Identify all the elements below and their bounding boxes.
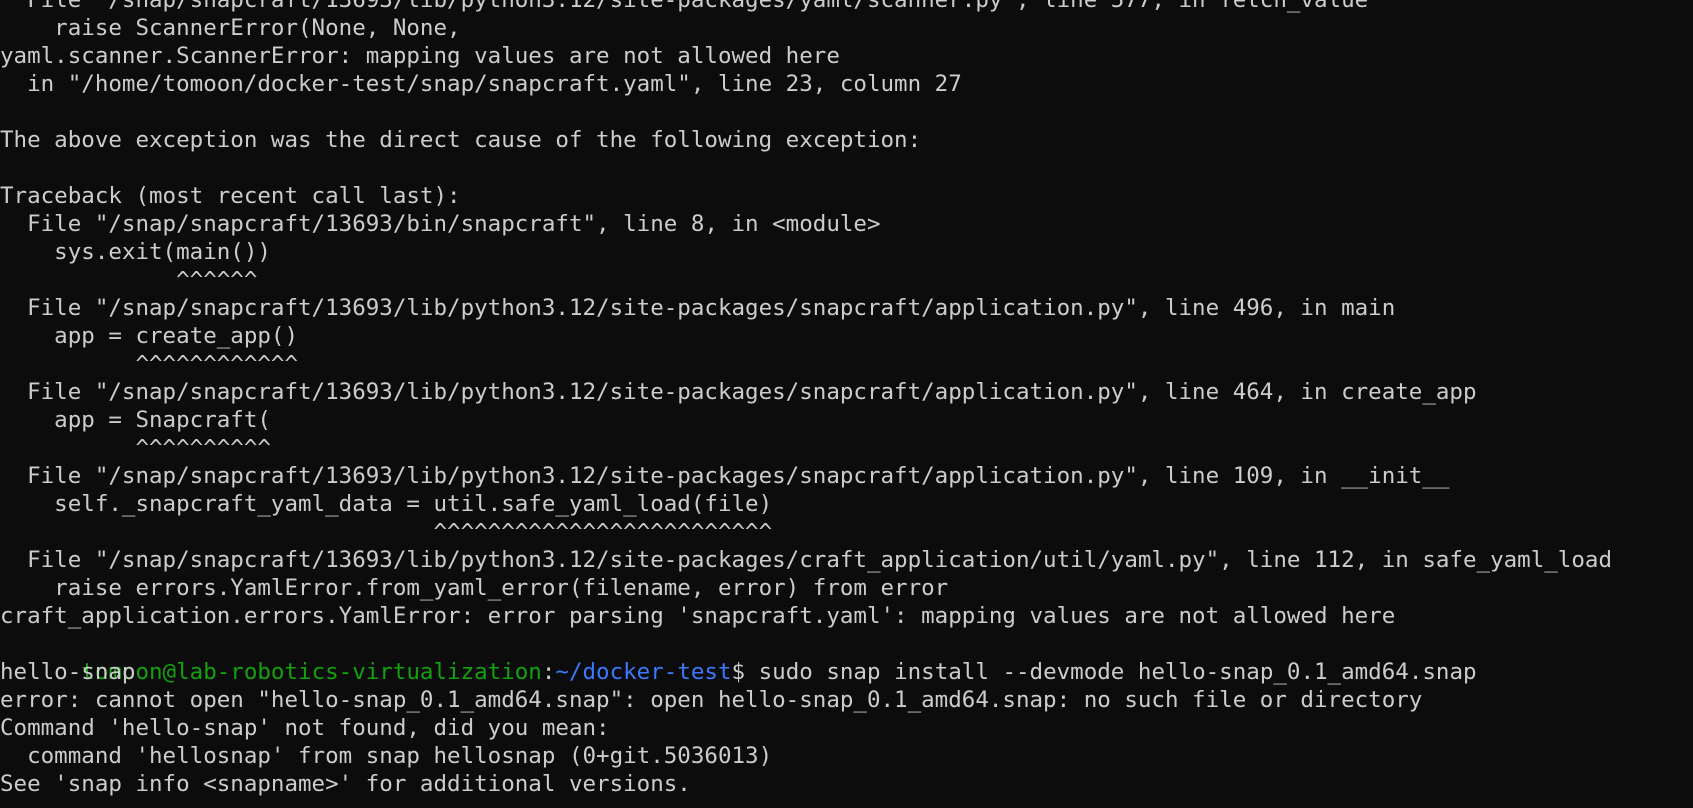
output-line: in "/home/tomoon/docker-test/snap/snapcr… — [0, 71, 962, 97]
output-line: sys.exit(main()) — [0, 239, 271, 265]
output-line: error: cannot open "hello-snap_0.1_amd64… — [0, 687, 1423, 713]
output-line: ^^^^^^^^^^ — [0, 435, 271, 461]
output-line: app = create_app() — [0, 323, 299, 349]
output-line: ^^^^^^ — [0, 267, 258, 293]
prompt-separator: : — [541, 659, 556, 685]
output-line: Traceback (most recent call last): — [0, 183, 461, 209]
output-line: File "/snap/snapcraft/13693/bin/snapcraf… — [0, 211, 881, 237]
output-line: app = Snapcraft( — [0, 407, 271, 433]
output-line: self._snapcraft_yaml_data = util.safe_ya… — [0, 491, 773, 517]
output-line: File "/snap/snapcraft/13693/lib/python3.… — [0, 0, 1369, 13]
output-line: raise ScannerError(None, None, — [0, 15, 461, 41]
output-line: raise errors.YamlError.from_yaml_error(f… — [0, 575, 949, 601]
prompt-symbol: $ — [731, 659, 746, 685]
terminal-window[interactable]: File "/snap/snapcraft/13693/lib/python3.… — [0, 0, 1693, 808]
command-text: sudo snap install --devmode hello-snap_0… — [745, 659, 1477, 685]
terminal-output: File "/snap/snapcraft/13693/lib/python3.… — [0, 0, 1612, 798]
output-line: Command 'hello-snap' not found, did you … — [0, 715, 610, 741]
prompt-path: ~/docker-test — [555, 659, 732, 685]
prompt-line[interactable]: tomoon@lab-robotics-virtualization:~/doc… — [0, 630, 1612, 685]
output-line: See 'snap info <snapname>' for additiona… — [0, 771, 691, 797]
output-line: File "/snap/snapcraft/13693/lib/python3.… — [0, 547, 1612, 573]
output-line: File "/snap/snapcraft/13693/lib/python3.… — [0, 379, 1477, 405]
output-line: yaml.scanner.ScannerError: mapping value… — [0, 43, 840, 69]
prompt-user-host: tomoon@lab-robotics-virtualization — [81, 659, 542, 685]
output-line: File "/snap/snapcraft/13693/lib/python3.… — [0, 463, 1450, 489]
output-line: The above exception was the direct cause… — [0, 127, 922, 153]
output-line: File "/snap/snapcraft/13693/lib/python3.… — [0, 295, 1396, 321]
output-line: craft_application.errors.YamlError: erro… — [0, 603, 1396, 629]
output-line: ^^^^^^^^^^^^ — [0, 351, 299, 377]
output-line: ^^^^^^^^^^^^^^^^^^^^^^^^^ — [0, 519, 773, 545]
output-line: command 'hellosnap' from snap hellosnap … — [0, 743, 773, 769]
